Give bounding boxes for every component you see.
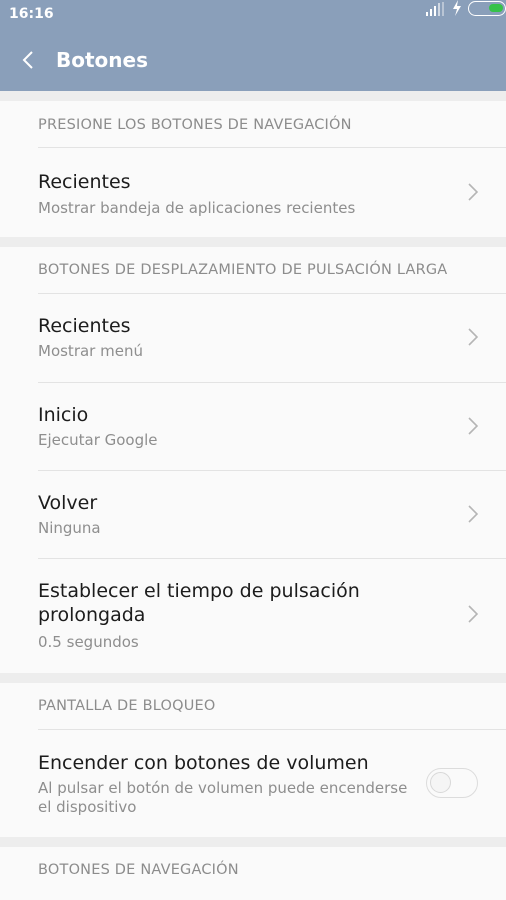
section-header: BOTONES DE DESPLAZAMIENTO DE PULSACIÓN L… — [38, 262, 448, 278]
section-header: BOTONES DE NAVEGACIÓN — [38, 862, 239, 878]
item-subtitle: Ninguna — [38, 519, 101, 537]
item-title: Recientes — [38, 315, 131, 337]
item-subtitle-line2: el dispositivo — [38, 798, 137, 816]
list-item-recents-press[interactable]: Recientes Mostrar bandeja de aplicacione… — [0, 148, 506, 237]
chevron-right-icon — [468, 505, 478, 523]
section-long-press: BOTONES DE DESPLAZAMIENTO DE PULSACIÓN L… — [0, 247, 506, 673]
list-item-volume-wake[interactable]: Encender con botones de volumen Al pulsa… — [0, 730, 506, 837]
list-item-home[interactable]: Inicio Ejecutar Google — [0, 383, 506, 471]
back-arrow-icon[interactable] — [21, 50, 35, 70]
toggle-knob — [430, 772, 451, 793]
chevron-right-icon — [468, 328, 478, 346]
app-bar: Botones — [0, 30, 506, 91]
item-subtitle: Mostrar bandeja de aplicaciones reciente… — [38, 199, 356, 217]
status-time: 16:16 — [9, 6, 54, 22]
signal-icon — [426, 2, 444, 16]
item-title-line2: prolongada — [38, 604, 146, 626]
item-subtitle: Ejecutar Google — [38, 431, 158, 449]
section-header: PANTALLA DE BLOQUEO — [38, 698, 216, 714]
section-navigation-buttons: BOTONES DE NAVEGACIÓN — [0, 847, 506, 900]
item-subtitle-line1: Al pulsar el botón de volumen puede ence… — [38, 779, 408, 797]
battery-icon — [468, 1, 506, 16]
chevron-right-icon — [468, 417, 478, 435]
item-subtitle: Mostrar menú — [38, 342, 143, 360]
battery-level — [489, 4, 503, 12]
section-navigation-press: PRESIONE LOS BOTONES DE NAVEGACIÓN Recie… — [0, 101, 506, 237]
item-subtitle: 0.5 segundos — [38, 633, 139, 651]
item-title: Recientes — [38, 171, 131, 193]
list-item-recents-long[interactable]: Recientes Mostrar menú — [0, 294, 506, 382]
status-bar: 16:16 — [0, 0, 506, 30]
item-title: Inicio — [38, 404, 89, 426]
item-title: Encender con botones de volumen — [38, 752, 369, 774]
item-title: Volver — [38, 492, 98, 514]
chevron-right-icon — [468, 605, 478, 623]
item-title-line1: Establecer el tiempo de pulsación — [38, 580, 360, 602]
section-header: PRESIONE LOS BOTONES DE NAVEGACIÓN — [38, 117, 352, 133]
list-item-back[interactable]: Volver Ninguna — [0, 471, 506, 559]
page-title: Botones — [56, 48, 148, 72]
volume-wake-toggle[interactable] — [426, 768, 478, 798]
section-lock-screen: PANTALLA DE BLOQUEO Encender con botones… — [0, 683, 506, 837]
list-item-long-press-time[interactable]: Establecer el tiempo de pulsación prolon… — [0, 559, 506, 673]
charging-bolt-icon — [453, 0, 461, 16]
chevron-right-icon — [468, 183, 478, 201]
